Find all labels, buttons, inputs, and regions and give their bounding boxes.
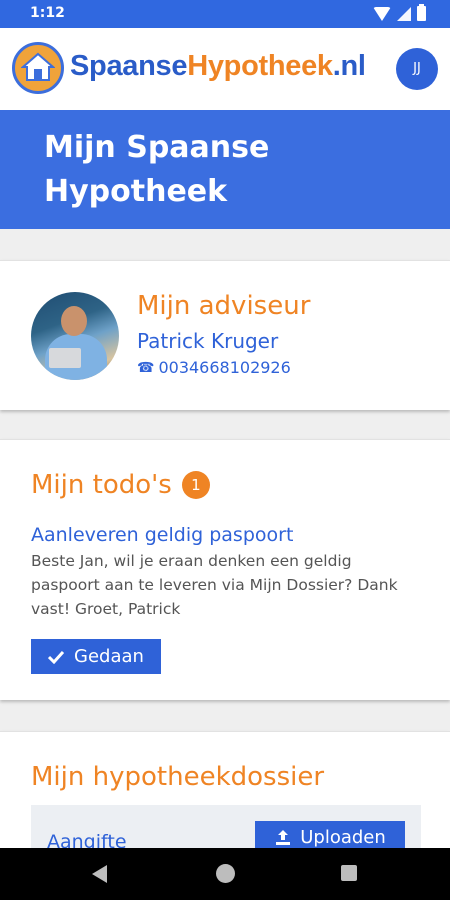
user-avatar[interactable]: JJ xyxy=(396,48,438,90)
brand-part-2: Hypotheek xyxy=(187,50,333,82)
advisor-card: Mijn adviseur Patrick Kruger ☎ 003466810… xyxy=(0,260,450,410)
wifi-icon xyxy=(373,6,391,21)
status-bar: 1:12 xyxy=(0,0,450,28)
upload-icon xyxy=(276,830,291,845)
dossier-heading: Mijn hypotheekdossier xyxy=(31,762,325,792)
hero-banner: Mijn Spaanse Hypotheek xyxy=(0,110,450,229)
app-header: SpaanseHypotheek.nl JJ xyxy=(0,28,450,110)
check-icon xyxy=(48,650,65,664)
brand-part-3: .nl xyxy=(332,50,366,82)
battery-icon xyxy=(417,4,426,21)
done-button-label: Gedaan xyxy=(74,646,144,667)
advisor-phone-number: 0034668102926 xyxy=(158,358,291,377)
status-time: 1:12 xyxy=(30,5,65,21)
phone-icon: ☎ xyxy=(137,359,155,376)
dossier-card: Mijn hypotheekdossier Aangifte Uploaden xyxy=(0,731,450,865)
home-icon[interactable] xyxy=(216,864,235,883)
brand-logo[interactable]: SpaanseHypotheek.nl xyxy=(70,50,366,83)
signal-icon xyxy=(397,6,411,21)
recents-icon[interactable] xyxy=(341,865,357,881)
todo-title[interactable]: Aanleveren geldig paspoort xyxy=(31,524,293,546)
back-icon[interactable] xyxy=(92,865,107,883)
status-icons xyxy=(373,4,426,21)
brand-part-1: Spaanse xyxy=(70,50,188,82)
advisor-heading: Mijn adviseur xyxy=(137,291,311,321)
house-icon[interactable] xyxy=(12,42,64,94)
advisor-phone-link[interactable]: ☎ 0034668102926 xyxy=(137,358,291,377)
todos-card: Mijn todo's 1 Aanleveren geldig paspoort… xyxy=(0,439,450,700)
advisor-name: Patrick Kruger xyxy=(137,329,279,353)
advisor-photo xyxy=(31,292,119,380)
todos-heading-row: Mijn todo's 1 xyxy=(31,470,210,500)
todos-count-badge: 1 xyxy=(181,471,210,499)
upload-button-label: Uploaden xyxy=(300,826,386,848)
todos-heading: Mijn todo's xyxy=(31,470,172,500)
done-button[interactable]: Gedaan xyxy=(31,639,161,674)
page-title: Mijn Spaanse Hypotheek xyxy=(44,130,270,209)
system-nav-bar xyxy=(0,848,450,900)
todo-description: Beste Jan, wil je eraan denken een geldi… xyxy=(31,552,398,618)
